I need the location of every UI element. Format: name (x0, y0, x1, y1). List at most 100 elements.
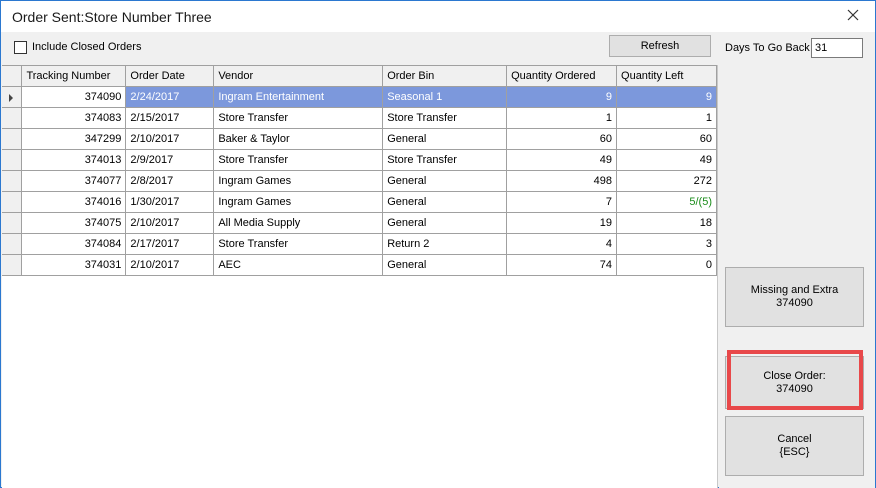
include-closed-checkbox[interactable] (14, 40, 27, 54)
row-header-corner (2, 65, 23, 87)
cell-tracking[interactable]: 374075 (21, 212, 127, 234)
cell-tracking[interactable]: 374090 (21, 86, 127, 108)
table-header: Tracking Number Order Date Vendor Order … (2, 65, 717, 87)
window-title: Order Sent:Store Number Three (12, 9, 212, 25)
row-header[interactable] (2, 233, 23, 255)
cell-ordered[interactable]: 7 (506, 191, 618, 213)
cell-ordered[interactable]: 49 (506, 149, 618, 171)
table-row[interactable]: 374075 2/10/2017 All Media Supply General 19… (2, 212, 717, 234)
cell-tracking[interactable]: 374013 (21, 149, 127, 171)
cell-date[interactable]: 2/10/2017 (125, 254, 215, 276)
cell-tracking[interactable]: 374031 (21, 254, 127, 276)
row-header[interactable] (2, 149, 23, 171)
close-order-button[interactable]: Close Order: 374090 (725, 356, 864, 409)
dialog-window: Order Sent:Store Number Three Include Cl… (0, 0, 876, 488)
cell-ordered[interactable]: 1 (506, 107, 618, 129)
cell-date[interactable]: 2/15/2017 (125, 107, 215, 129)
cell-bin[interactable]: General (382, 254, 508, 276)
cell-bin[interactable]: Seasonal 1 (382, 86, 508, 108)
cell-tracking[interactable]: 374083 (21, 107, 127, 129)
cancel-button[interactable]: Cancel {ESC} (725, 416, 864, 476)
close-icon[interactable] (845, 7, 861, 23)
missing-and-extra-button[interactable]: Missing and Extra 374090 (725, 267, 864, 327)
days-to-go-back-label: Days To Go Back (725, 42, 810, 54)
cell-vendor[interactable]: Store Transfer (213, 233, 384, 255)
table-row[interactable]: 374031 2/10/2017 AEC General 74 0 (2, 254, 717, 276)
cell-left[interactable]: 1 (616, 107, 717, 129)
cell-tracking[interactable]: 374077 (21, 170, 127, 192)
cell-tracking[interactable]: 347299 (21, 128, 127, 150)
cell-bin[interactable]: General (382, 212, 508, 234)
table-row[interactable]: 374090 2/24/2017 Ingram Entertainment Seaso… (2, 86, 717, 108)
table-row[interactable]: 347299 2/10/2017 Baker & Taylor General 60 60 (2, 128, 717, 150)
cell-vendor[interactable]: Store Transfer (213, 149, 384, 171)
cell-date[interactable]: 2/10/2017 (125, 128, 215, 150)
cell-ordered[interactable]: 19 (506, 212, 618, 234)
include-closed-toggle[interactable]: Include Closed Orders (14, 40, 141, 54)
table-row[interactable]: 374077 2/8/2017 Ingram Games General 498 272 (2, 170, 717, 192)
cell-ordered[interactable]: 74 (506, 254, 618, 276)
row-header[interactable] (2, 128, 23, 150)
cell-bin[interactable]: Return 2 (382, 233, 508, 255)
cell-date[interactable]: 2/8/2017 (125, 170, 215, 192)
close-order-label: Close Order: (763, 369, 826, 382)
cell-bin[interactable]: General (382, 191, 508, 213)
cell-bin[interactable]: Store Transfer (382, 149, 508, 171)
cell-bin[interactable]: General (382, 170, 508, 192)
cell-date[interactable]: 1/30/2017 (125, 191, 215, 213)
col-header-ordered[interactable]: Quantity Ordered (506, 65, 618, 87)
cell-vendor[interactable]: Ingram Games (213, 170, 384, 192)
cell-bin[interactable]: General (382, 128, 508, 150)
cell-vendor[interactable]: All Media Supply (213, 212, 384, 234)
missing-and-extra-order: 374090 (776, 297, 813, 309)
title-bar: Order Sent:Store Number Three (1, 1, 875, 32)
orders-grid: Tracking Number Order Date Vendor Order … (2, 65, 718, 488)
cell-ordered[interactable]: 4 (506, 233, 618, 255)
row-header[interactable] (2, 191, 23, 213)
row-header[interactable] (2, 107, 23, 129)
cell-left[interactable]: 9 (616, 86, 717, 108)
row-header[interactable] (2, 86, 23, 108)
cell-left[interactable]: 5/(5) (616, 191, 717, 213)
orders-table: Tracking Number Order Date Vendor Order … (2, 65, 717, 276)
cell-vendor[interactable]: Ingram Games (213, 191, 384, 213)
table-row[interactable]: 374083 2/15/2017 Store Transfer Store Trans… (2, 107, 717, 129)
col-header-vendor[interactable]: Vendor (213, 65, 384, 87)
row-header[interactable] (2, 254, 23, 276)
cell-vendor[interactable]: Ingram Entertainment (213, 86, 384, 108)
cell-left[interactable]: 272 (616, 170, 717, 192)
cell-vendor[interactable]: AEC (213, 254, 384, 276)
close-order-number: 374090 (776, 382, 813, 395)
cancel-shortcut: {ESC} (779, 446, 810, 458)
cell-tracking[interactable]: 374084 (21, 233, 127, 255)
col-header-left[interactable]: Quantity Left (616, 65, 717, 87)
cell-left[interactable]: 3 (616, 233, 717, 255)
col-header-date[interactable]: Order Date (125, 65, 215, 87)
col-header-tracking[interactable]: Tracking Number (21, 65, 127, 87)
cell-ordered[interactable]: 60 (506, 128, 618, 150)
col-header-bin[interactable]: Order Bin (382, 65, 508, 87)
cell-left[interactable]: 60 (616, 128, 717, 150)
cell-ordered[interactable]: 498 (506, 170, 618, 192)
cancel-label: Cancel (777, 433, 812, 445)
cell-ordered[interactable]: 9 (506, 86, 618, 108)
table-row[interactable]: 374016 1/30/2017 Ingram Games General 7 5/(5) (2, 191, 717, 213)
refresh-button[interactable]: Refresh (609, 35, 711, 57)
cell-date[interactable]: 2/9/2017 (125, 149, 215, 171)
cell-tracking[interactable]: 374016 (21, 191, 127, 213)
cell-bin[interactable]: Store Transfer (382, 107, 508, 129)
cell-left[interactable]: 49 (616, 149, 717, 171)
table-row[interactable]: 374013 2/9/2017 Store Transfer Store Transf… (2, 149, 717, 171)
cell-vendor[interactable]: Store Transfer (213, 107, 384, 129)
cell-left[interactable]: 18 (616, 212, 717, 234)
table-row[interactable]: 374084 2/17/2017 Store Transfer Return 243 (2, 233, 717, 255)
cell-date[interactable]: 2/24/2017 (125, 86, 215, 108)
cell-date[interactable]: 2/10/2017 (125, 212, 215, 234)
row-pointer-icon (9, 94, 13, 102)
row-header[interactable] (2, 212, 23, 234)
cell-vendor[interactable]: Baker & Taylor (213, 128, 384, 150)
cell-left[interactable]: 0 (616, 254, 717, 276)
cell-date[interactable]: 2/17/2017 (125, 233, 215, 255)
row-header[interactable] (2, 170, 23, 192)
days-to-go-back-input[interactable] (811, 38, 863, 58)
